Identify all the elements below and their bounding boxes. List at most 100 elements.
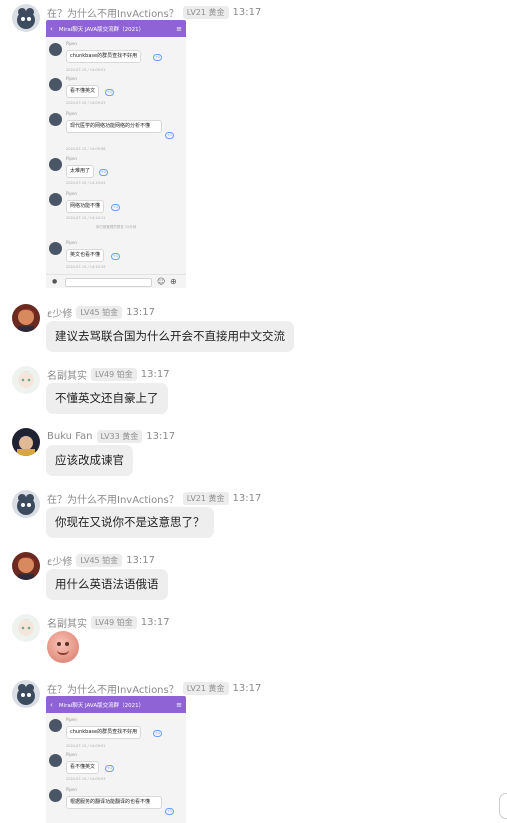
reaction-icon: +1 xyxy=(111,253,120,260)
avatar xyxy=(49,719,62,732)
avatar[interactable] xyxy=(12,490,40,518)
mic-icon: ● xyxy=(52,278,58,285)
chat-bubble: 看不懂英文 xyxy=(66,761,100,774)
avatar[interactable] xyxy=(12,614,40,642)
level-badge: LV45 铂金 xyxy=(76,305,123,319)
sender-name[interactable]: ε少修 xyxy=(47,305,72,320)
message-bubble[interactable]: 不懂英文还自豪上了 xyxy=(46,383,168,414)
chat-bubble: 现代医学的网络功能网络的分析不懂 xyxy=(66,120,162,133)
sender-name[interactable]: Buku Fan xyxy=(47,431,93,442)
message-bubble[interactable]: 建议去骂联合国为什么开会不直接用中文交流 xyxy=(46,321,294,352)
back-icon: ‹ xyxy=(50,700,53,709)
avatar[interactable] xyxy=(12,304,40,332)
timestamp: 13:17 xyxy=(140,368,170,380)
level-badge: LV49 铂金 xyxy=(91,367,137,381)
sender-name[interactable]: 名副其实 xyxy=(47,615,87,630)
plus-icon: ⊕ xyxy=(170,277,177,286)
chat-bubble: 根据服务的翻译功能翻译的也看不懂 xyxy=(66,796,162,809)
avatar xyxy=(49,43,62,56)
message-bubble[interactable]: 你现在又说你不是这意思了？ xyxy=(46,507,214,538)
sender-name[interactable]: 在？为什么不用InvActions？ xyxy=(47,681,179,696)
timestamp: 13:17 xyxy=(232,6,262,18)
qq-title-bar: ‹ Mirai聊天 JAVA版交流群（2021） ≡ xyxy=(46,20,186,37)
emoji-icon: ☺ xyxy=(157,277,166,286)
avatar xyxy=(49,193,62,206)
avatar xyxy=(49,113,62,126)
username: Pipen xyxy=(66,41,77,46)
message-meta: 在？为什么不用InvActions？ LV21 黄金 13:17 xyxy=(47,680,261,696)
input-bar: ● ☺ ⊕ xyxy=(46,274,186,288)
sender-name[interactable]: ε少修 xyxy=(47,553,72,568)
timestamp: 13:17 xyxy=(140,616,170,628)
menu-icon: ≡ xyxy=(176,700,182,709)
avatar xyxy=(49,242,62,255)
menu-icon: ≡ xyxy=(176,24,182,33)
back-icon: ‹ xyxy=(50,24,53,33)
sticker-eye xyxy=(65,642,69,646)
avatar xyxy=(49,789,62,802)
message-meta: ε少修 LV45 铂金 13:17 xyxy=(47,304,155,320)
system-notice: 你已被管理员禁言 15分钟 xyxy=(95,225,137,229)
level-badge: LV45 铂金 xyxy=(76,553,123,567)
qq-title-bar: ‹ Mirai聊天 JAVA版交流群（2021） ≡ xyxy=(46,696,186,713)
level-badge: LV21 黄金 xyxy=(182,5,229,19)
message-meta: 在？为什么不用InvActions？ LV21 黄金 13:17 xyxy=(47,4,261,20)
reaction-icon: +1 xyxy=(165,132,174,139)
message-bubble[interactable]: 用什么英语法语俄语 xyxy=(46,569,168,600)
message-meta: 在？为什么不用InvActions？ LV21 黄金 13:17 xyxy=(47,490,261,506)
username: Pipen xyxy=(66,111,77,116)
message-meta: 名副其实 LV49 铂金 13:17 xyxy=(47,366,170,382)
chat-bubble: 网络功能不懂 xyxy=(66,200,105,213)
timestamp: 13:17 xyxy=(126,306,156,318)
timestamp: 13:17 xyxy=(146,430,176,442)
username: Pipen xyxy=(66,752,77,757)
avatar xyxy=(49,754,62,767)
timestamp: 2024-07-15 / 14:09:53 xyxy=(66,101,106,105)
reaction-icon: +1 xyxy=(105,89,114,96)
avatar xyxy=(49,158,62,171)
reaction-icon: +1 xyxy=(153,730,162,737)
smiling-face-sticker[interactable] xyxy=(47,631,79,663)
chat-bubble: 看不懂英文 xyxy=(66,85,100,98)
message-meta: Buku Fan LV33 黄金 13:17 xyxy=(47,428,175,444)
username: Pipen xyxy=(66,240,77,245)
chat-bubble: chunkbase的群员查找不好用 xyxy=(66,726,142,739)
image-attachment[interactable]: ‹ Mirai聊天 JAVA版交流群（2021） ≡ Pipen chunkba… xyxy=(46,696,186,823)
avatar[interactable] xyxy=(12,552,40,580)
timestamp: 2024-07-15 / 14:10:11 xyxy=(66,216,106,220)
avatar[interactable] xyxy=(12,428,40,456)
reaction-icon: +1 xyxy=(153,54,162,61)
group-title: Mirai聊天 JAVA版交流群（2021） xyxy=(58,26,145,33)
chat-bubble: 英文也看不懂 xyxy=(66,249,105,262)
chat-bubble: chunkbase的群员查找不好用 xyxy=(66,50,142,63)
sender-name[interactable]: 在？为什么不用InvActions？ xyxy=(47,5,179,20)
reaction-icon: +1 xyxy=(165,808,174,815)
message-input xyxy=(65,278,152,287)
username: Pipen xyxy=(66,787,77,792)
message-meta: 名副其实 LV49 铂金 13:17 xyxy=(47,614,170,630)
username: Pipen xyxy=(66,156,77,161)
timestamp: 2024-07-15 / 14:10:19 xyxy=(66,265,106,269)
sender-name[interactable]: 在？为什么不用InvActions？ xyxy=(47,491,179,506)
timestamp: 2024-07-15 / 14:09:51 xyxy=(66,744,106,748)
image-attachment[interactable]: ‹ Mirai聊天 JAVA版交流群（2021） ≡ Pipen chunkba… xyxy=(46,20,186,288)
username: Pipen xyxy=(66,191,77,196)
username: Pipen xyxy=(66,76,77,81)
level-badge: LV49 铂金 xyxy=(91,615,137,629)
chat-bubble: 太难用了 xyxy=(66,165,95,178)
sticker-mouth xyxy=(57,650,69,655)
avatar[interactable] xyxy=(12,4,40,32)
sticker-eye xyxy=(57,642,61,646)
timestamp: 2024-07-15 / 14:09:53 xyxy=(66,777,106,781)
sender-name[interactable]: 名副其实 xyxy=(47,367,87,382)
message-bubble[interactable]: 应该改成谏官 xyxy=(46,445,133,476)
scroll-to-bottom-button[interactable] xyxy=(499,793,507,819)
timestamp: 2024-07-15 / 14:09:58 xyxy=(66,147,106,151)
timestamp: 2024-07-15 / 14:09:51 xyxy=(66,68,106,72)
timestamp: 13:17 xyxy=(232,682,262,694)
avatar[interactable] xyxy=(12,366,40,394)
timestamp: 2024-07-15 / 14:10:04 xyxy=(66,181,106,185)
message-meta: ε少修 LV45 铂金 13:17 xyxy=(47,552,155,568)
avatar[interactable] xyxy=(12,680,40,708)
reaction-icon: +1 xyxy=(105,765,114,772)
